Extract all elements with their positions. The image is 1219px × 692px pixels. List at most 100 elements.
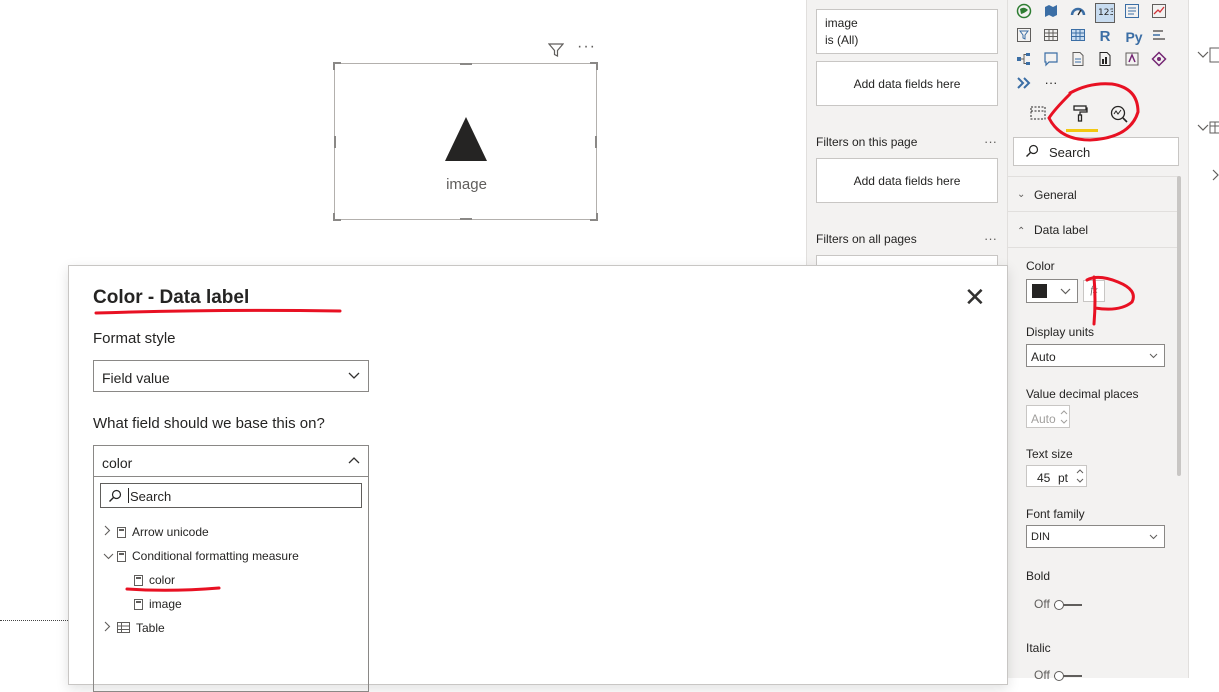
format-pane-scrollbar[interactable] [1177, 176, 1181, 476]
resize-handle-left[interactable] [334, 136, 336, 148]
analytics-icon[interactable] [1109, 104, 1129, 124]
resize-handle-bl[interactable] [333, 213, 341, 221]
multi-row-card-icon[interactable] [1122, 3, 1142, 23]
format-style-value: Field value [102, 370, 170, 386]
matrix-icon[interactable] [1068, 27, 1088, 47]
color-picker-button[interactable] [1026, 279, 1078, 303]
svg-text:123: 123 [1098, 8, 1113, 18]
all-filters-more-icon[interactable]: ··· [984, 231, 997, 246]
smart-narrative-icon[interactable] [1068, 51, 1088, 71]
resize-handle-tl[interactable] [333, 62, 341, 70]
field-question-label: What field should we base this on? [93, 415, 325, 432]
tree-item-label: Conditional formatting measure [132, 549, 299, 563]
general-label: General [1034, 188, 1077, 202]
base-field-dropdown[interactable]: color [93, 445, 369, 477]
display-units-value: Auto [1031, 350, 1056, 364]
tree-item-table[interactable]: Table [103, 621, 165, 636]
visual-filter-icon[interactable] [547, 42, 565, 63]
power-apps-icon[interactable] [1122, 51, 1142, 71]
chevron-down-icon[interactable] [1197, 50, 1209, 60]
display-units-label: Display units [1026, 325, 1095, 339]
font-family-dropdown[interactable]: DIN [1026, 525, 1165, 548]
key-influencers-icon[interactable] [1149, 27, 1169, 47]
measure-icon [134, 575, 143, 587]
filters-on-all-pages-heading: Filters on all pages [816, 232, 917, 246]
decimal-places-value: Auto [1031, 412, 1056, 426]
resize-handle-tr[interactable] [590, 62, 598, 70]
kpi-icon[interactable] [1149, 3, 1169, 23]
field-search-placeholder: Search [130, 489, 172, 504]
more-visuals-icon[interactable] [1014, 75, 1034, 95]
tree-item-conditional-formatting-measure[interactable]: Conditional formatting measure [103, 549, 299, 563]
build-visual-icon[interactable] [1028, 104, 1048, 124]
field-search-input[interactable]: Search [100, 483, 362, 508]
format-search-box[interactable]: Search [1013, 137, 1179, 166]
chevron-up-icon: ⌃ [1017, 226, 1026, 237]
chevron-down-icon [1149, 534, 1158, 540]
close-icon[interactable]: ✕ [964, 284, 986, 310]
display-units-dropdown[interactable]: Auto [1026, 344, 1165, 367]
resize-handle-br[interactable] [590, 213, 598, 221]
qna-icon[interactable] [1041, 51, 1061, 71]
chevron-right-icon [103, 621, 113, 635]
tree-item-label: image [149, 597, 182, 611]
paginated-report-icon[interactable] [1095, 51, 1115, 71]
resize-handle-top[interactable] [460, 63, 472, 65]
text-size-unit: pt [1058, 471, 1069, 485]
tree-item-image-measure[interactable]: image [134, 597, 182, 611]
visualizations-pane: 123 R Py ··· Search ⌄ General ⌃ Data lab… [1007, 0, 1188, 682]
chevron-right-icon[interactable] [1211, 169, 1219, 181]
general-section-header[interactable]: ⌄ General [1008, 176, 1178, 212]
card-visual[interactable]: image [333, 62, 598, 221]
card-icon[interactable]: 123 [1095, 3, 1115, 23]
power-automate-icon[interactable] [1149, 51, 1169, 71]
conditional-formatting-fx-button[interactable]: fx [1083, 280, 1105, 302]
tree-item-label: color [149, 573, 176, 587]
data-label-section-header[interactable]: ⌃ Data label [1008, 212, 1178, 248]
gauge-icon[interactable] [1068, 3, 1088, 23]
python-visual-icon[interactable]: Py [1122, 27, 1146, 47]
decimal-places-stepper[interactable]: Auto [1026, 405, 1070, 428]
get-more-visuals-icon[interactable]: ··· [1041, 73, 1061, 93]
visual-value-label: image [446, 176, 487, 193]
filter-state: is (All) [825, 33, 859, 47]
filter-card-image[interactable]: image is (All) [816, 9, 998, 54]
visual-more-options-icon[interactable]: ··· [577, 38, 596, 56]
format-style-dropdown[interactable]: Field value [93, 360, 369, 392]
text-cursor [128, 488, 129, 503]
format-style-label: Format style [93, 330, 176, 347]
decomposition-tree-icon[interactable] [1014, 51, 1034, 71]
stepper-arrows-icon [1060, 410, 1068, 424]
page-filter-drop-zone[interactable]: Add data fields here [816, 158, 998, 203]
color-swatch [1032, 284, 1047, 298]
font-family-label: Font family [1026, 507, 1085, 521]
resize-handle-right[interactable] [595, 136, 597, 148]
color-label: Color [1026, 259, 1055, 273]
filled-map-icon[interactable] [1041, 3, 1061, 23]
tree-item-arrow-unicode[interactable]: Arrow unicode [103, 525, 209, 539]
slicer-icon[interactable] [1014, 27, 1034, 47]
chevron-down-icon[interactable] [1197, 123, 1209, 133]
visual-filter-drop-zone[interactable]: Add data fields here [816, 61, 998, 106]
chevron-down-icon [348, 372, 360, 379]
tree-item-label: Arrow unicode [132, 525, 209, 539]
map-icon[interactable] [1014, 3, 1034, 23]
r-visual-icon[interactable]: R [1095, 27, 1115, 47]
table-icon [117, 621, 130, 636]
format-visual-icon[interactable] [1070, 104, 1090, 124]
bold-toggle[interactable]: Off [1034, 597, 1082, 611]
base-field-value: color [102, 455, 133, 471]
chevron-down-icon: ⌄ [1017, 189, 1026, 200]
text-size-stepper[interactable]: 45 pt [1026, 465, 1087, 487]
tree-item-color-measure[interactable]: color [134, 573, 175, 587]
resize-handle-bottom[interactable] [460, 218, 472, 220]
triangle-glyph [445, 117, 487, 161]
page-filters-more-icon[interactable]: ··· [984, 134, 997, 149]
decimal-places-label: Value decimal places [1026, 387, 1139, 401]
table-icon [1209, 47, 1219, 63]
bold-label: Bold [1026, 569, 1051, 583]
fields-pane-collapsed [1188, 0, 1219, 678]
drop-zone-label: Add data fields here [853, 174, 961, 188]
italic-toggle[interactable]: Off [1034, 668, 1082, 682]
table-icon[interactable] [1041, 27, 1061, 47]
